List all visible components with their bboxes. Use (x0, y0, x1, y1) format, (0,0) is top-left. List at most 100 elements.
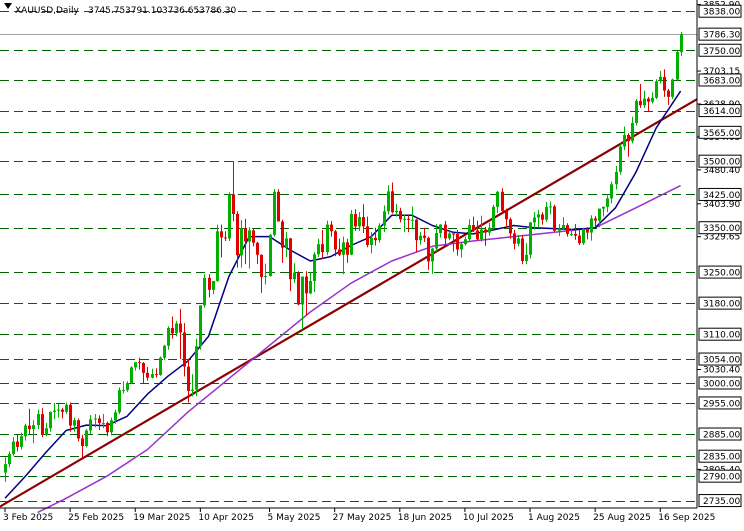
bear-candle-body (81, 438, 84, 446)
bear-candle-body (252, 230, 255, 243)
bear-candle-body (138, 362, 141, 364)
bear-candle-body (171, 327, 174, 334)
level-tag-text: 3500.00 (703, 158, 740, 168)
level-tag-text: 2790.00 (703, 473, 740, 483)
bull-candle-body (301, 276, 304, 305)
candle (501, 188, 504, 214)
bull-candle-body (199, 305, 202, 347)
bull-candle-body (49, 411, 52, 429)
bull-candle-body (191, 389, 194, 391)
bull-candle-body (431, 248, 434, 262)
level-tag-text: 2835.00 (703, 453, 740, 463)
candle (199, 305, 202, 350)
bull-candle-body (615, 171, 618, 185)
date-tick-label: 25 Feb 2025 (68, 513, 124, 523)
level-price-tag: 3425.00 (698, 187, 742, 201)
bull-candle-body (293, 272, 296, 280)
bull-candle-body (378, 225, 381, 241)
bear-candle-body (69, 404, 72, 426)
bull-candle-body (212, 280, 215, 290)
bear-candle-body (513, 233, 516, 244)
bear-candle-body (354, 213, 357, 227)
bull-candle-body (309, 280, 312, 294)
bull-candle-body (570, 233, 573, 235)
bear-candle-body (208, 277, 211, 290)
bear-candle-body (297, 272, 300, 305)
bull-candle-body (468, 225, 471, 240)
bull-candle-body (676, 52, 679, 80)
bull-candle-body (317, 244, 320, 255)
bull-candle-body (419, 235, 422, 241)
price-tick-label: 3030.40 (703, 366, 740, 376)
bull-candle-body (549, 206, 552, 208)
price-tick-label: 3403.90 (703, 200, 740, 210)
level-tag-text: 3000.00 (703, 379, 740, 389)
level-price-tag: 3750.00 (698, 43, 742, 57)
level-tag-text: 3425.00 (703, 191, 740, 201)
bear-candle-body (256, 242, 259, 255)
date-tick-label: 10 Apr 2025 (198, 513, 254, 523)
bear-candle-body (338, 249, 341, 255)
bull-candle-body (358, 217, 361, 227)
bear-candle-body (187, 366, 190, 391)
bull-candle-body (680, 34, 683, 53)
bear-candle-body (456, 233, 459, 250)
price-chart[interactable]: 3852.903703.153628.903554.653480.403403.… (0, 0, 744, 527)
open-value: 3745.75 (88, 6, 125, 16)
bear-candle-body (509, 219, 512, 234)
bull-candle-body (403, 218, 406, 220)
bull-candle-body (619, 146, 622, 172)
symbol-label: XAUUSD,Daily (15, 6, 79, 16)
bull-candle-body (228, 194, 231, 239)
price-tick-label: 3329.65 (703, 233, 740, 243)
bull-candle-body (488, 227, 491, 233)
date-tick-label: 25 Aug 2025 (593, 513, 651, 523)
bear-candle-body (346, 242, 349, 255)
bear-candle-body (415, 219, 418, 241)
bull-candle-body (130, 367, 133, 383)
candle (582, 227, 585, 246)
bear-candle-body (452, 233, 455, 235)
bear-candle-body (232, 194, 235, 214)
bull-candle-body (122, 390, 125, 392)
bear-candle-body (289, 238, 292, 280)
bull-candle-body (195, 346, 198, 390)
bull-candle-body (492, 206, 495, 228)
bull-candle-body (480, 229, 483, 240)
candle (378, 223, 381, 243)
bull-candle-body (114, 412, 117, 421)
bull-candle-body (167, 327, 170, 346)
bull-candle-body (159, 357, 162, 376)
bull-candle-body (435, 233, 438, 249)
bear-candle-body (260, 254, 263, 277)
level-price-tag: 3838.00 (698, 4, 742, 18)
bull-candle-body (4, 464, 7, 473)
bear-candle-body (362, 217, 365, 227)
chart-canvas[interactable]: 3852.903703.153628.903554.653480.403403.… (0, 0, 744, 527)
level-tag-text: 2735.00 (703, 497, 740, 507)
bull-candle-body (651, 97, 654, 102)
bear-candle-body (444, 224, 447, 239)
bear-candle-body (578, 235, 581, 244)
bull-candle-body (32, 425, 35, 430)
candle (671, 78, 674, 100)
level-price-tag: 2735.00 (698, 494, 742, 508)
candle (228, 192, 231, 242)
bull-candle-body (659, 76, 662, 82)
level-tag-text: 3054.00 (703, 356, 740, 366)
bull-candle-body (24, 425, 27, 437)
candle (553, 204, 556, 232)
bear-candle-body (305, 276, 308, 294)
bull-candle-body (537, 214, 540, 218)
close-value: 3786.30 (199, 6, 236, 16)
bear-candle-body (541, 214, 544, 220)
bull-candle-body (126, 382, 129, 391)
bear-candle-body (374, 237, 377, 241)
candle (163, 344, 166, 360)
bear-candle-body (586, 229, 589, 233)
bear-candle-body (639, 100, 642, 106)
bear-candle-body (423, 235, 426, 238)
candle (273, 189, 276, 237)
level-tag-text: 2885.00 (703, 431, 740, 441)
bear-candle-body (281, 221, 284, 248)
